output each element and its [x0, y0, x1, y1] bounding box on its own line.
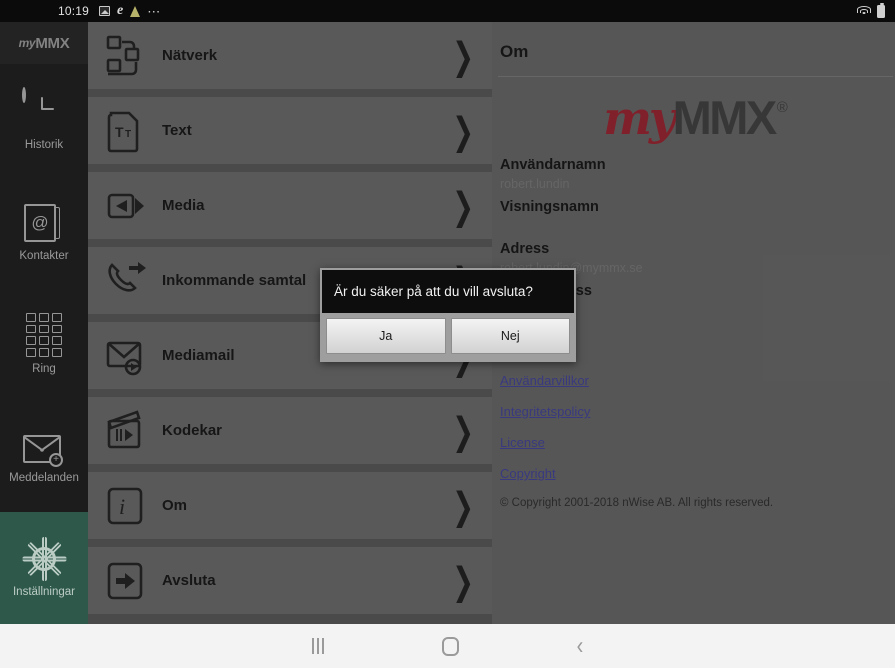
- photo-icon: [99, 6, 111, 16]
- wifi-icon: [856, 5, 871, 17]
- dialog-buttons: Ja Nej: [322, 313, 574, 360]
- edge-browser-icon: e: [117, 3, 124, 18]
- battery-icon: [877, 2, 885, 18]
- dialog-cancel-button[interactable]: Nej: [450, 318, 570, 354]
- confirm-exit-dialog: Är du säker på att du vill avsluta? Ja N…: [320, 268, 576, 362]
- tree-icon: [130, 5, 141, 17]
- overflow-dots-icon: ⋯: [147, 3, 162, 19]
- status-right-icons: [856, 2, 885, 18]
- status-clock: 10:19: [58, 4, 90, 18]
- back-icon[interactable]: ‹: [577, 634, 584, 659]
- android-navigation-bar: ‹: [0, 624, 895, 668]
- home-icon[interactable]: [441, 636, 459, 656]
- dialog-message: Är du säker på att du vill avsluta?: [322, 270, 574, 313]
- status-left-icons: e ⋯: [99, 4, 161, 18]
- dialog-confirm-button[interactable]: Ja: [326, 318, 446, 354]
- recent-apps-icon[interactable]: [311, 638, 324, 654]
- status-bar: 10:19 e ⋯: [0, 0, 895, 22]
